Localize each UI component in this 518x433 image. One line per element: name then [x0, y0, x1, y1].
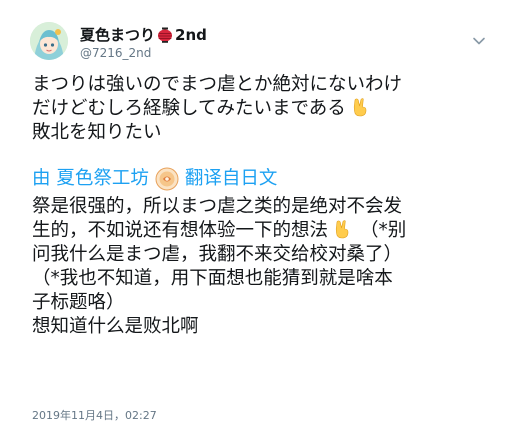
translation-line: （*我也不知道，用下面想也能猜到就是啥本	[32, 268, 393, 289]
victory-hand-icon	[335, 220, 349, 239]
translation-line-text: 生的，不如说还有想体验一下的想法	[32, 220, 329, 241]
translation-attribution-suffix: 翻译自日文	[184, 168, 278, 189]
lantern-icon	[158, 27, 173, 43]
user-handle[interactable]: @7216_2nd	[80, 46, 151, 60]
translated-text: 祭是很强的，所以まつ虐之类的是绝对不会发 生的，不如说还有想体验一下的想法 （*…	[32, 195, 502, 339]
tweet-line-text: だけどむしろ経験してみたいまである	[32, 98, 346, 119]
display-name[interactable]: 夏色まつり 2nd	[80, 24, 207, 45]
translation-attribution[interactable]: 由 夏色祭工坊 翻译自日文	[32, 167, 277, 191]
avatar[interactable]	[30, 22, 68, 60]
tweet-line: だけどむしろ経験してみたいまである	[32, 97, 502, 121]
display-name-text: 夏色まつり	[80, 26, 156, 44]
translate-logo-icon	[155, 167, 179, 191]
tweet-line: まつりは強いのでまつ虐とか絶対にないわけ	[32, 74, 403, 95]
translation-line-note: （*别	[360, 220, 407, 241]
translation-line: 祭是很强的，所以まつ虐之类的是绝对不会发	[32, 196, 403, 217]
translation-line: 子标题咯）	[32, 292, 125, 313]
translation-attribution-prefix: 由 夏色祭工坊	[32, 168, 149, 189]
translation-line: 问我什么是まつ虐，我翻不来交给校对桑了）	[32, 244, 403, 265]
tweet-text: まつりは強いのでまつ虐とか絶対にないわけ だけどむしろ経験してみたいまである 敗…	[32, 73, 502, 145]
tweet-timestamp[interactable]: 2019年11月4日，02:27	[32, 407, 157, 423]
translation-line: 生的，不如说还有想体验一下的想法 （*别	[32, 219, 502, 243]
translation-line: 想知道什么是败北啊	[32, 316, 199, 337]
tweet-line: 敗北を知りたい	[32, 122, 162, 143]
victory-hand-icon	[353, 98, 367, 117]
chevron-down-icon[interactable]	[472, 36, 486, 46]
display-name-suffix: 2nd	[175, 25, 207, 44]
